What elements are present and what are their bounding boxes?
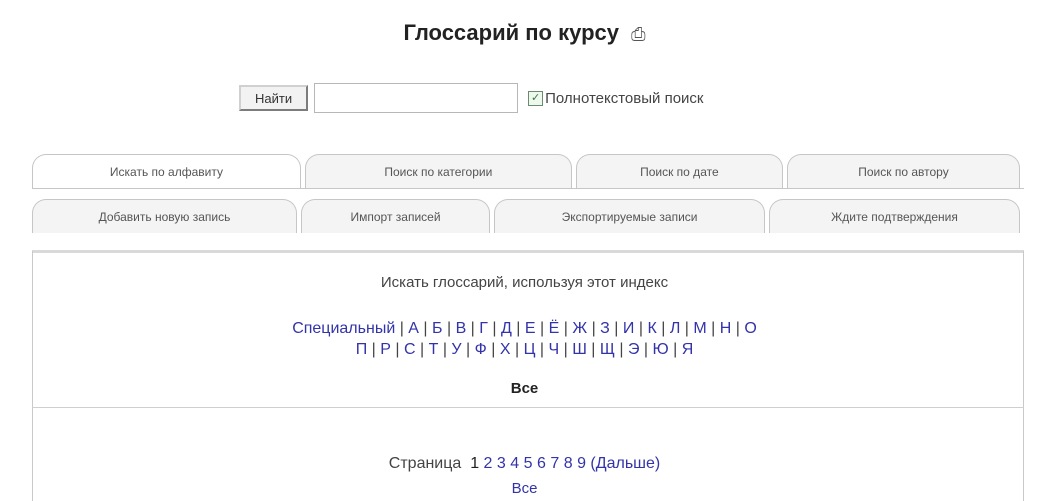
letter-link[interactable]: З [600, 320, 610, 337]
letter-link[interactable]: В [456, 320, 467, 337]
letter-link[interactable]: Ф [475, 341, 487, 358]
pager-page-link[interactable]: 5 [524, 455, 533, 472]
letter-link[interactable]: Е [525, 320, 536, 337]
tab-browse-date[interactable]: Поиск по дате [575, 154, 783, 188]
pager-all-link[interactable]: Все [512, 480, 538, 497]
tab-add-entry[interactable]: Добавить новую запись [32, 199, 297, 233]
letter-link[interactable]: Г [479, 320, 488, 337]
pager-current-page: 1 [470, 455, 480, 472]
letter-link[interactable]: Э [628, 341, 640, 358]
letter-link[interactable]: У [451, 341, 461, 358]
letter-link[interactable]: Ш [572, 341, 587, 358]
search-input[interactable] [314, 83, 519, 113]
alphabet-index-line1: Специальный | А | Б | В | Г | Д | Е | Ё … [292, 320, 757, 337]
letter-link[interactable]: А [408, 320, 419, 337]
pager-page-link[interactable]: 6 [537, 455, 546, 472]
printer-icon[interactable]: ⎙ [631, 24, 645, 44]
fulltext-label: Полнотекстовый поиск [545, 89, 704, 107]
page-title-text: Глоссарий по курсу [403, 20, 619, 45]
letter-link[interactable]: К [647, 320, 656, 337]
pager-all: Все [0, 480, 1049, 497]
letter-link[interactable]: Ю [653, 341, 669, 358]
letter-link[interactable]: Д [501, 320, 512, 337]
tab-browse-alphabet[interactable]: Искать по алфавиту [32, 154, 301, 188]
letter-link[interactable]: И [623, 320, 635, 337]
tabs-browse: Искать по алфавиту Поиск по категории По… [32, 154, 1024, 188]
letter-link[interactable]: М [693, 320, 706, 337]
letter-link[interactable]: Р [380, 341, 391, 358]
letter-link[interactable]: О [744, 320, 756, 337]
pager-page-link[interactable]: 8 [564, 455, 573, 472]
letter-link[interactable]: Л [670, 320, 681, 337]
index-heading: Искать глоссарий, используя этот индекс [380, 274, 669, 291]
pager-page-link[interactable]: 3 [497, 455, 506, 472]
letter-link[interactable]: Х [500, 341, 511, 358]
letter-link[interactable]: Щ [600, 341, 615, 358]
index-all-current: Все [510, 380, 539, 397]
alphabet-index-line2: П | Р | С | Т | У | Ф | Х | Ц | Ч | Ш | … [355, 341, 694, 358]
letter-link[interactable]: Ц [524, 341, 536, 358]
fulltext-option[interactable]: ✓ Полнотекстовый поиск [528, 90, 703, 107]
search-bar: Найти ✓ Полнотекстовый поиск [239, 82, 703, 114]
letter-link[interactable]: Т [429, 341, 439, 358]
tabs-actions: Добавить новую запись Импорт записей Экс… [32, 199, 1024, 233]
section-divider [32, 407, 1024, 408]
pager-page-link[interactable]: 4 [510, 455, 519, 472]
tab-divider [32, 188, 1024, 189]
pager-page-link[interactable]: 2 [484, 455, 493, 472]
letter-link[interactable]: С [404, 341, 416, 358]
letter-link[interactable]: Б [432, 320, 443, 337]
pager-page-link[interactable]: 9 [577, 455, 586, 472]
tab-import-entries[interactable]: Импорт записей [300, 199, 491, 233]
pager-next-link[interactable]: (Дальше) [590, 455, 660, 472]
letter-link[interactable]: Я [682, 341, 694, 358]
letter-link[interactable]: Ч [548, 341, 559, 358]
letter-link[interactable]: П [356, 341, 368, 358]
pager-label: Страница [388, 455, 462, 472]
letter-link[interactable]: Ё [549, 320, 560, 337]
tab-browse-author[interactable]: Поиск по автору [786, 154, 1020, 188]
search-button[interactable]: Найти [239, 85, 309, 111]
tab-browse-category[interactable]: Поиск по категории [304, 154, 572, 188]
page-title: Глоссарий по курсу ⎙ [0, 20, 1049, 46]
letter-link[interactable]: Ж [572, 320, 587, 337]
tab-export-entries[interactable]: Экспортируемые записи [494, 199, 766, 233]
letter-link[interactable]: Н [720, 320, 732, 337]
pager-page-link[interactable]: 7 [550, 455, 559, 472]
letter-link-special[interactable]: Специальный [292, 320, 395, 337]
fulltext-checkbox[interactable]: ✓ [528, 90, 544, 106]
tab-pending-approval[interactable]: Ждите подтверждения [769, 199, 1020, 233]
pagination: Страница 1 2 3 4 5 6 7 8 9 (Дальше) [0, 455, 1049, 473]
